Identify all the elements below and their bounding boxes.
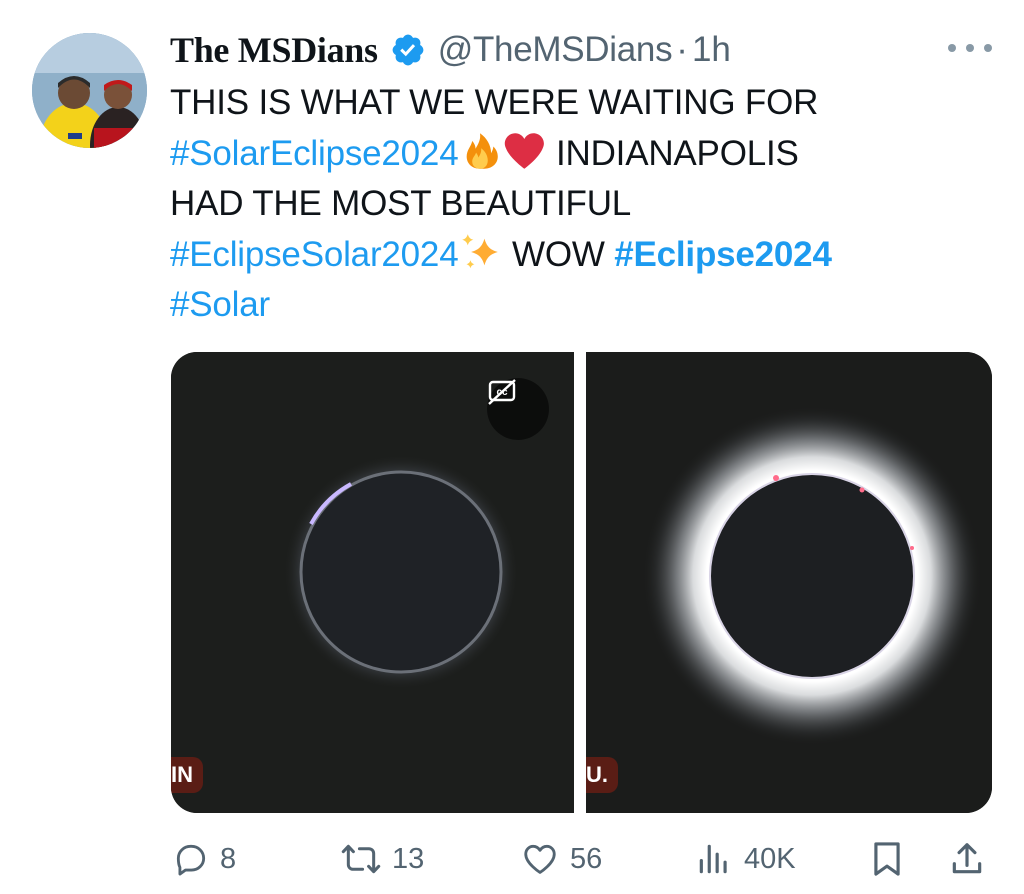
reply-icon	[176, 844, 206, 876]
captions-off-button[interactable]: cc	[487, 378, 549, 440]
author-handle[interactable]: @TheMSDians	[438, 30, 673, 70]
tweet-text: THIS IS WHAT WE WERE WAITING FOR #SolarEc…	[170, 78, 1000, 331]
tweet-text-line: HAD THE MOST BEAUTIFUL	[170, 179, 1000, 230]
tweet-text-run: THIS IS WHAT WE WERE WAITING FOR	[170, 83, 819, 122]
media-image-right[interactable]: U.	[586, 352, 992, 813]
avatar-image	[32, 33, 147, 148]
retweet-icon	[341, 844, 381, 874]
tweet-text-run: WOW	[502, 234, 615, 274]
media-right-label: U.	[586, 757, 618, 793]
tweet-text-line: THIS IS WHAT WE WERE WAITING FOR	[170, 78, 1000, 129]
media-video-left[interactable]: cc IN	[171, 352, 574, 813]
views-button[interactable]: 40K	[694, 835, 796, 883]
bookmark-button[interactable]	[868, 835, 906, 883]
retweet-count: 13	[392, 842, 425, 875]
tweet-text-line: #Solar	[170, 280, 1000, 331]
hashtag-link[interactable]: #SolarEclipse2024	[170, 134, 459, 173]
author-name[interactable]: The MSDians	[170, 29, 378, 71]
bookmark-icon	[874, 842, 900, 876]
tweet-actions: 8 13 56 40K	[172, 835, 992, 883]
red-heart-emoji-icon	[505, 132, 545, 169]
tweet-text-run: HAD THE MOST BEAUTIFUL	[170, 184, 632, 223]
tweet-header: The MSDians @TheMSDians · 1h	[170, 28, 731, 72]
tweet-text-line: #EclipseSolar2024 WOW #Eclipse2024	[170, 230, 1000, 281]
tweet-text-run: INDIANAPOLIS	[546, 133, 799, 173]
share-button[interactable]	[948, 835, 986, 883]
reply-button[interactable]: 8	[172, 835, 236, 883]
views-icon	[699, 844, 727, 874]
like-count: 56	[570, 842, 603, 875]
verified-badge-icon	[390, 32, 426, 68]
eclipse-image-right	[586, 352, 992, 813]
tweet-text-line: #SolarEclipse2024 INDIANAPOLIS	[170, 129, 1000, 180]
hashtag-link[interactable]: #Eclipse2024	[614, 235, 832, 274]
media-left-label: IN	[171, 757, 203, 793]
sparkles-emoji-icon	[462, 233, 499, 268]
tweet-media[interactable]: cc IN U.	[171, 352, 992, 813]
heart-icon	[524, 844, 556, 874]
share-icon	[952, 843, 982, 874]
views-count: 40K	[744, 842, 796, 875]
tweet-timestamp[interactable]: 1h	[692, 30, 731, 70]
hashtag-link[interactable]: #Solar	[170, 285, 270, 324]
author-avatar[interactable]	[32, 33, 147, 148]
reply-count: 8	[220, 842, 237, 875]
header-separator: ·	[676, 30, 688, 69]
more-dots-icon[interactable]	[948, 36, 992, 60]
like-button[interactable]: 56	[520, 835, 602, 883]
hashtag-link[interactable]: #EclipseSolar2024	[170, 235, 459, 274]
fire-emoji-icon	[467, 132, 499, 169]
retweet-button[interactable]: 13	[340, 835, 424, 883]
captions-off-icon: cc	[488, 379, 516, 405]
